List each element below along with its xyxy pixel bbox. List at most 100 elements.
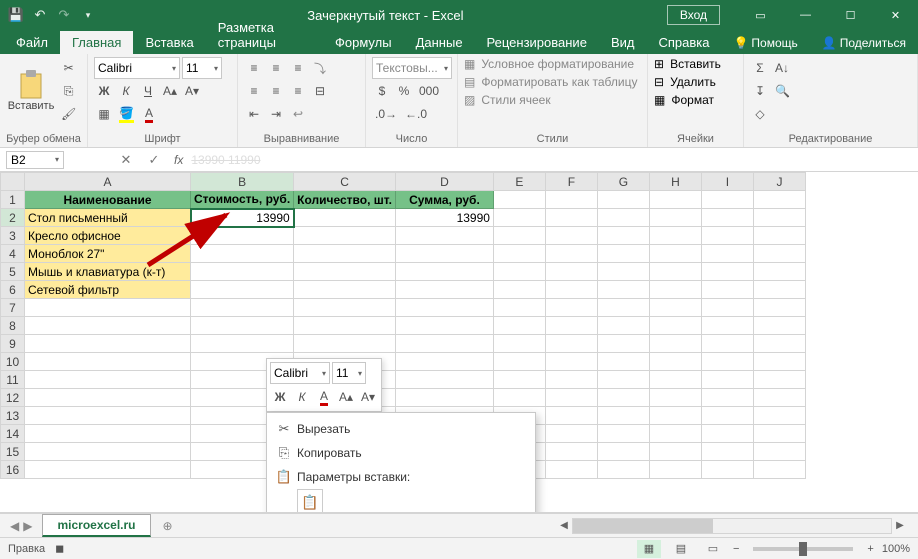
cell[interactable] — [493, 335, 545, 353]
cell[interactable] — [191, 299, 294, 317]
clear-icon[interactable]: ◇ — [750, 103, 770, 125]
cut-icon[interactable]: ✂ — [58, 57, 79, 79]
cell[interactable] — [395, 299, 493, 317]
undo-icon[interactable]: ↶ — [32, 7, 48, 23]
cell[interactable]: Стоимость, руб. — [191, 191, 294, 209]
align-center-icon[interactable]: ≡ — [266, 80, 286, 102]
cell[interactable] — [701, 335, 753, 353]
cell[interactable] — [597, 443, 649, 461]
cell[interactable] — [701, 407, 753, 425]
merge-icon[interactable]: ⊟ — [310, 80, 330, 102]
cell[interactable] — [545, 227, 597, 245]
zoom-thumb[interactable] — [799, 542, 807, 556]
view-page-layout-icon[interactable]: ▤ — [669, 540, 693, 558]
cell[interactable] — [545, 191, 597, 209]
cell[interactable] — [701, 425, 753, 443]
ctx-copy[interactable]: ⎘Копировать — [267, 441, 535, 465]
new-sheet-button[interactable]: ⊕ — [157, 519, 179, 533]
font-color-icon[interactable]: A — [139, 103, 159, 125]
row-header[interactable]: 5 — [1, 263, 25, 281]
row-header[interactable]: 15 — [1, 443, 25, 461]
cell[interactable] — [701, 461, 753, 479]
font-size-combo[interactable]: 11▾ — [182, 57, 222, 79]
cell[interactable] — [395, 227, 493, 245]
cell[interactable] — [395, 245, 493, 263]
cell[interactable] — [701, 317, 753, 335]
macro-record-icon[interactable]: ◼ — [55, 542, 64, 555]
cell[interactable]: Кресло офисное — [25, 227, 191, 245]
zoom-slider[interactable] — [753, 547, 853, 551]
row-header[interactable]: 13 — [1, 407, 25, 425]
cell[interactable] — [701, 209, 753, 227]
cell[interactable] — [649, 191, 701, 209]
sheet-nav-prev-icon[interactable]: ◀ — [10, 519, 19, 533]
find-select-icon[interactable]: 🔍 — [772, 80, 793, 102]
cell[interactable] — [649, 443, 701, 461]
cell[interactable] — [294, 227, 396, 245]
cell[interactable]: Мышь и клавиатура (к-т) — [25, 263, 191, 281]
cell[interactable] — [395, 353, 493, 371]
cell[interactable] — [191, 263, 294, 281]
cell[interactable] — [25, 317, 191, 335]
cell[interactable] — [545, 443, 597, 461]
cell[interactable] — [597, 371, 649, 389]
cell[interactable] — [395, 281, 493, 299]
align-bottom-icon[interactable]: ≡ — [288, 57, 308, 79]
cell[interactable] — [493, 299, 545, 317]
tab-data[interactable]: Данные — [404, 31, 475, 54]
cell[interactable] — [597, 263, 649, 281]
percent-icon[interactable]: % — [394, 80, 414, 102]
cell[interactable] — [753, 407, 805, 425]
cell[interactable] — [545, 407, 597, 425]
login-button[interactable]: Вход — [667, 5, 720, 25]
tell-me[interactable]: 💡Помощь — [721, 32, 809, 54]
cell[interactable]: 13990 — [395, 209, 493, 227]
view-page-break-icon[interactable]: ▭ — [701, 540, 725, 558]
cell[interactable] — [545, 263, 597, 281]
cell[interactable] — [545, 371, 597, 389]
underline-button[interactable]: Ч — [138, 80, 158, 102]
cell[interactable] — [597, 425, 649, 443]
cell[interactable] — [545, 461, 597, 479]
row-header[interactable]: 6 — [1, 281, 25, 299]
cell[interactable] — [597, 317, 649, 335]
cell[interactable] — [294, 209, 396, 227]
align-right-icon[interactable]: ≡ — [288, 80, 308, 102]
col-header[interactable]: E — [493, 173, 545, 191]
cell[interactable] — [25, 461, 191, 479]
cell[interactable] — [395, 389, 493, 407]
cell[interactable] — [753, 209, 805, 227]
cell[interactable] — [25, 299, 191, 317]
col-header[interactable]: I — [701, 173, 753, 191]
cell[interactable] — [545, 245, 597, 263]
cell[interactable] — [701, 389, 753, 407]
cell[interactable]: Сумма, руб. — [395, 191, 493, 209]
cell[interactable] — [25, 425, 191, 443]
select-all-corner[interactable] — [1, 173, 25, 191]
decrease-decimal-icon[interactable]: ←.0 — [402, 103, 430, 125]
close-icon[interactable]: ✕ — [873, 0, 918, 30]
cell[interactable] — [395, 335, 493, 353]
cell[interactable] — [493, 317, 545, 335]
cell[interactable] — [597, 245, 649, 263]
cell[interactable] — [25, 389, 191, 407]
cell[interactable] — [294, 281, 396, 299]
ctx-cut[interactable]: ✂Вырезать — [267, 417, 535, 441]
cell[interactable] — [493, 209, 545, 227]
cell[interactable] — [753, 263, 805, 281]
conditional-formatting-button[interactable]: ▦ Условное форматирование — [464, 57, 634, 71]
cell[interactable] — [294, 299, 396, 317]
zoom-out-icon[interactable]: − — [733, 543, 739, 555]
row-header[interactable]: 7 — [1, 299, 25, 317]
cell[interactable] — [753, 443, 805, 461]
cell[interactable] — [597, 353, 649, 371]
cell[interactable] — [25, 443, 191, 461]
row-header[interactable]: 16 — [1, 461, 25, 479]
row-header[interactable]: 14 — [1, 425, 25, 443]
cell[interactable] — [25, 371, 191, 389]
qat-customize-icon[interactable]: ▾ — [80, 7, 96, 23]
cell[interactable] — [649, 209, 701, 227]
cell[interactable] — [597, 191, 649, 209]
cell[interactable] — [493, 263, 545, 281]
fill-icon[interactable]: ↧ — [750, 80, 770, 102]
